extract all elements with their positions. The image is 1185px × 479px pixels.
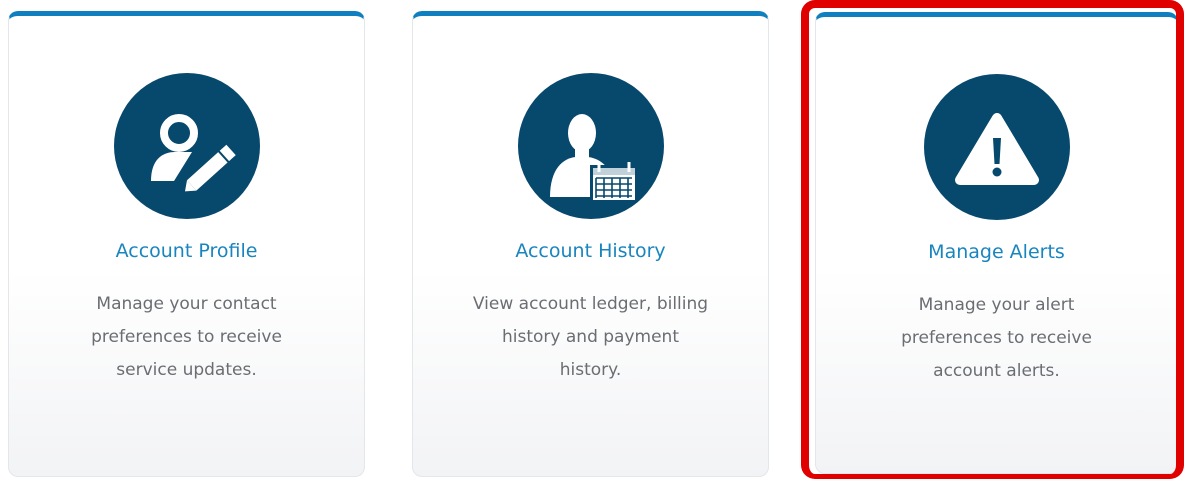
card-description: View account ledger, billing history and… bbox=[437, 288, 744, 387]
card-account-history[interactable]: Account History View account ledger, bil… bbox=[412, 11, 769, 477]
card-description-line: preferences to receive bbox=[901, 328, 1092, 348]
card-account-profile[interactable]: Account Profile Manage your contact pref… bbox=[8, 11, 365, 477]
card-description-line: Manage your contact bbox=[96, 294, 277, 314]
user-calendar-icon bbox=[517, 73, 664, 219]
card-description: Manage your contact preferences to recei… bbox=[33, 288, 340, 387]
user-edit-icon bbox=[113, 73, 260, 219]
card-title[interactable]: Account History bbox=[413, 238, 768, 264]
warning-icon bbox=[923, 74, 1070, 220]
card-description-line: history and payment bbox=[502, 327, 679, 347]
card-description-line: Manage your alert bbox=[918, 295, 1075, 315]
card-description-line: View account ledger, billing bbox=[472, 294, 709, 314]
card-description-line: account alerts. bbox=[933, 361, 1060, 381]
card-description-line: service updates. bbox=[116, 360, 257, 380]
card-manage-alerts[interactable]: Manage Alerts Manage your alert preferen… bbox=[815, 12, 1178, 474]
card-description: Manage your alert preferences to receive… bbox=[840, 289, 1153, 388]
card-title[interactable]: Manage Alerts bbox=[816, 239, 1177, 265]
card-title[interactable]: Account Profile bbox=[9, 238, 364, 264]
card-description-line: preferences to receive bbox=[91, 327, 282, 347]
card-description-line: history. bbox=[559, 360, 622, 380]
